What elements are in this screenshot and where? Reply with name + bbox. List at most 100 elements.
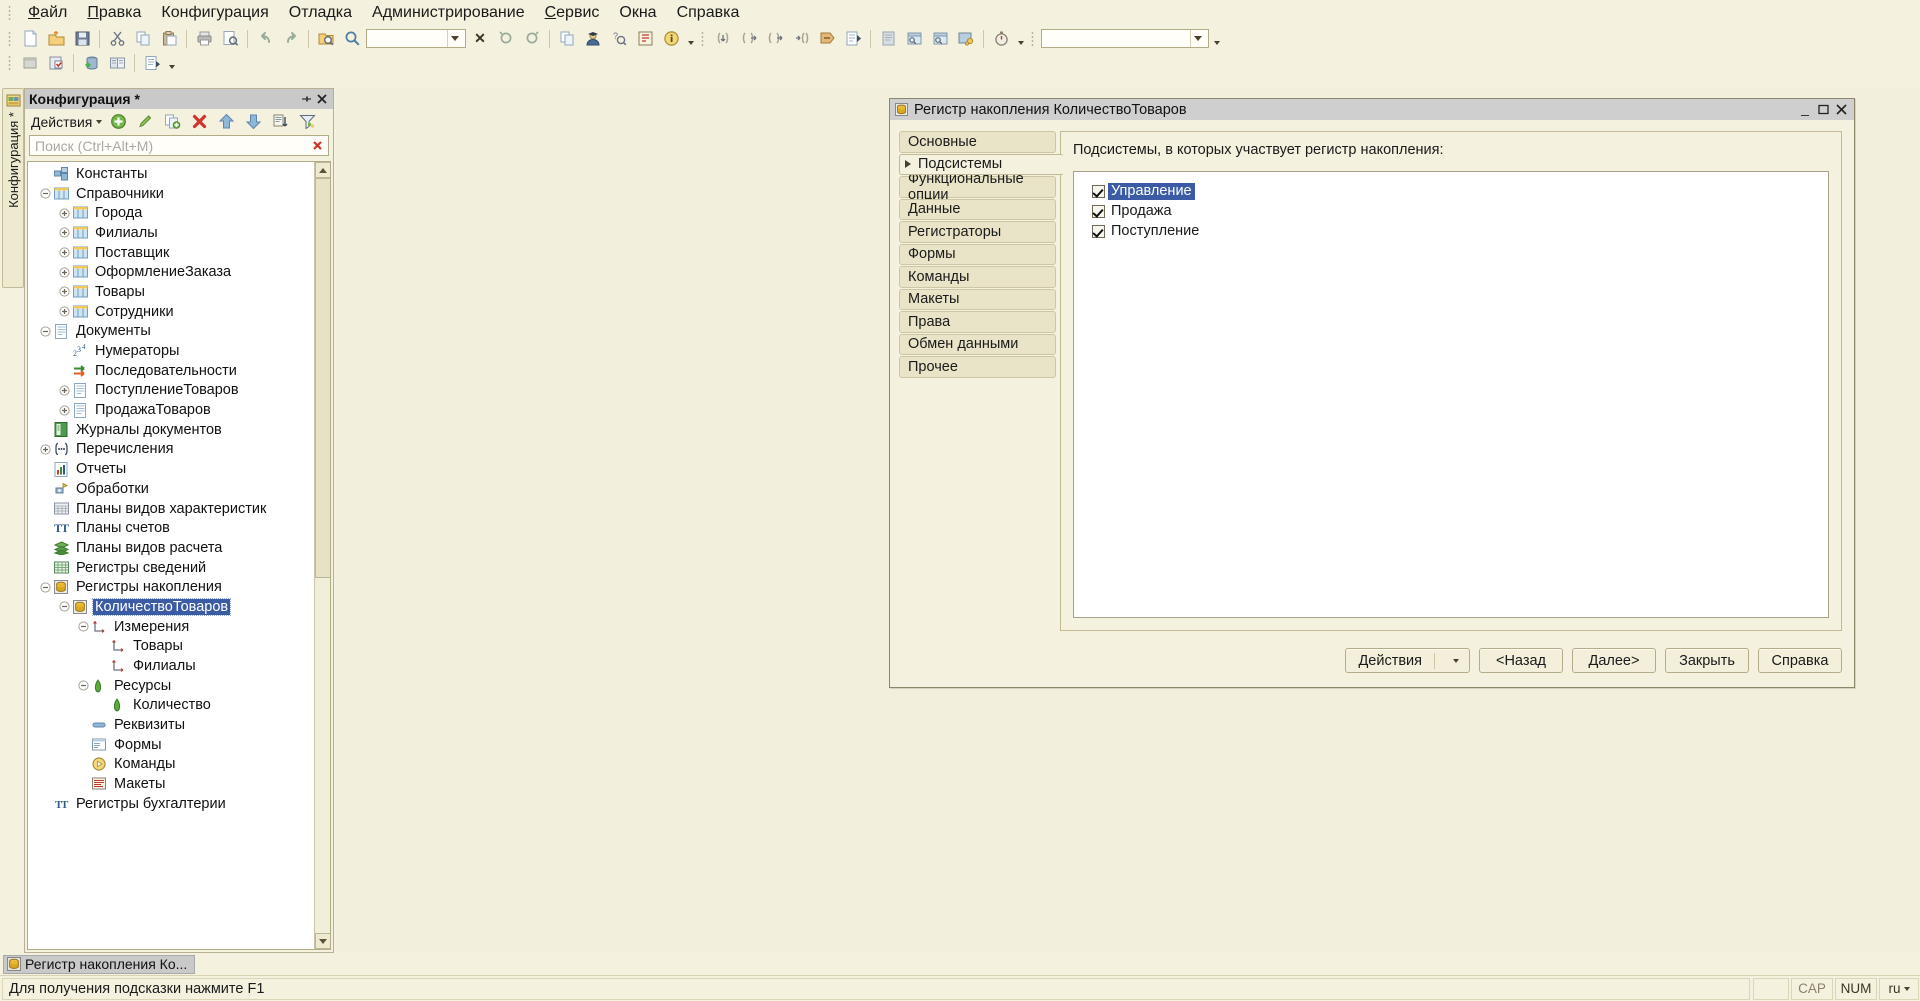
copy-item-icon[interactable] [160, 111, 184, 133]
toolbar-grip[interactable] [7, 29, 14, 48]
tree-expander[interactable] [57, 403, 71, 417]
delete-icon[interactable] [187, 111, 211, 133]
find-next-icon[interactable] [494, 28, 518, 50]
menu-administration[interactable]: Администрирование [362, 1, 535, 25]
tree-item[interactable]: Отчеты [28, 459, 314, 479]
context-dropdown-icon[interactable] [1210, 28, 1223, 50]
step-into-icon[interactable] [711, 28, 735, 50]
copy-icon[interactable] [131, 28, 155, 50]
tree-item[interactable]: Регистры сведений [28, 558, 314, 578]
tree-search-input[interactable] [33, 136, 310, 155]
dialog-tab-9[interactable]: Обмен данными [899, 333, 1056, 355]
search-input[interactable] [367, 30, 447, 47]
checkbox[interactable] [1092, 184, 1105, 198]
checkbox[interactable] [1092, 204, 1105, 218]
clear-icon[interactable] [310, 137, 325, 154]
menu-help[interactable]: Справка [667, 1, 750, 25]
tree-expander[interactable] [38, 580, 52, 594]
tree-item[interactable]: 2 3 4 Нумераторы [28, 341, 314, 361]
menu-debug[interactable]: Отладка [279, 1, 362, 25]
tree-item[interactable]: Последовательности [28, 361, 314, 381]
chevron-down-icon[interactable] [447, 30, 462, 47]
dialog-titlebar[interactable]: Регистр накопления КоличествоТоваров _ [890, 99, 1854, 120]
step-over-icon[interactable] [737, 28, 761, 50]
checkbox[interactable] [1092, 224, 1105, 238]
context-combo-input[interactable] [1042, 30, 1190, 47]
dialog-tab-5[interactable]: Формы [899, 243, 1056, 265]
info-icon[interactable] [659, 28, 683, 50]
tree-item[interactable]: Товары [28, 637, 314, 657]
scroll-thumb[interactable] [315, 178, 330, 578]
tree-item[interactable]: Константы [28, 164, 314, 184]
save-icon[interactable] [70, 28, 94, 50]
language-indicator[interactable]: ru [1879, 977, 1919, 1000]
tree-item[interactable]: ПоступлениеТоваров [28, 381, 314, 401]
tree-item[interactable]: Товары [28, 282, 314, 302]
dialog-tab-7[interactable]: Макеты [899, 288, 1056, 310]
watch-window-icon[interactable] [902, 28, 926, 50]
sort-icon[interactable] [268, 111, 292, 133]
copy-window-icon[interactable] [555, 28, 579, 50]
tree-item[interactable]: Измерения [28, 617, 314, 637]
start-debug-icon[interactable] [841, 28, 865, 50]
chevron-down-icon-btn[interactable] [1447, 658, 1465, 663]
undo-icon[interactable] [253, 28, 277, 50]
configuration-tree[interactable]: Константы Справочники Города Филиалы Поставщ… [27, 161, 331, 950]
tree-item[interactable]: T T Планы счетов [28, 518, 314, 538]
syntax-help-icon[interactable]: ? [607, 28, 631, 50]
clear-search-icon[interactable]: ✕ [468, 28, 492, 50]
tree-item[interactable]: Реквизиты [28, 715, 314, 735]
tree-expander[interactable] [57, 285, 71, 299]
tree-expander[interactable] [57, 305, 71, 319]
configuration-dock-tab[interactable]: Конфигурация * [2, 88, 24, 288]
tree-expander[interactable] [57, 600, 71, 614]
chevron-down-icon-2[interactable] [1190, 30, 1205, 47]
tree-item[interactable]: T T Регистры бухгалтерии [28, 794, 314, 814]
menu-configuration[interactable]: Конфигурация [151, 1, 278, 25]
tree-item[interactable]: Сотрудники [28, 302, 314, 322]
toolbar-grip-3[interactable] [1030, 29, 1037, 48]
tree-item[interactable]: Филиалы [28, 223, 314, 243]
move-up-icon[interactable] [214, 111, 238, 133]
tree-item[interactable]: Формы [28, 735, 314, 755]
scroll-down-button[interactable] [315, 933, 330, 949]
tree-item[interactable]: Документы [28, 322, 314, 342]
dialog-tab-3[interactable]: Данные [899, 198, 1056, 220]
menu-windows[interactable]: Окна [609, 1, 666, 25]
scroll-up-button[interactable] [315, 162, 330, 178]
next-button[interactable]: Далее> [1572, 648, 1656, 673]
menu-service[interactable]: Сервис [535, 1, 610, 25]
close-button[interactable]: Закрыть [1665, 648, 1749, 673]
database-config-icon[interactable] [79, 52, 103, 74]
tree-expander[interactable] [57, 265, 71, 279]
edit-icon[interactable] [133, 111, 157, 133]
tree-item[interactable]: КоличествоТоваров [28, 597, 314, 617]
report-icon[interactable] [140, 52, 164, 74]
tree-expander[interactable] [76, 620, 90, 634]
tree-item[interactable]: Журналы документов [28, 420, 314, 440]
print-preview-icon[interactable] [218, 28, 242, 50]
compare-merge-icon[interactable] [105, 52, 129, 74]
toolbar2-grip[interactable] [7, 54, 14, 72]
open-folder-icon[interactable] [44, 28, 68, 50]
config-window-icon[interactable] [18, 52, 42, 74]
tree-item[interactable]: Справочники [28, 184, 314, 204]
subsystem-row[interactable]: Поступление [1092, 221, 1828, 241]
tree-expander[interactable] [57, 383, 71, 397]
menu-grip[interactable] [6, 4, 15, 22]
move-down-icon[interactable] [241, 111, 265, 133]
find-prev-icon[interactable] [520, 28, 544, 50]
pin-icon[interactable] [299, 92, 313, 106]
add-icon[interactable] [106, 111, 130, 133]
dialog-tab-0[interactable]: Основные [899, 131, 1056, 153]
actions-button[interactable]: Действия [1345, 648, 1470, 673]
tree-vertical-scrollbar[interactable] [314, 162, 330, 949]
new-document-icon[interactable] [18, 28, 42, 50]
print-icon[interactable] [192, 28, 216, 50]
dialog-tab-1[interactable]: Подсистемы [899, 153, 1064, 175]
paste-icon[interactable] [157, 28, 181, 50]
tree-expander[interactable] [38, 324, 52, 338]
tree-item[interactable]: Команды [28, 755, 314, 775]
tree-item[interactable]: Макеты [28, 774, 314, 794]
dialog-tab-8[interactable]: Права [899, 311, 1056, 333]
